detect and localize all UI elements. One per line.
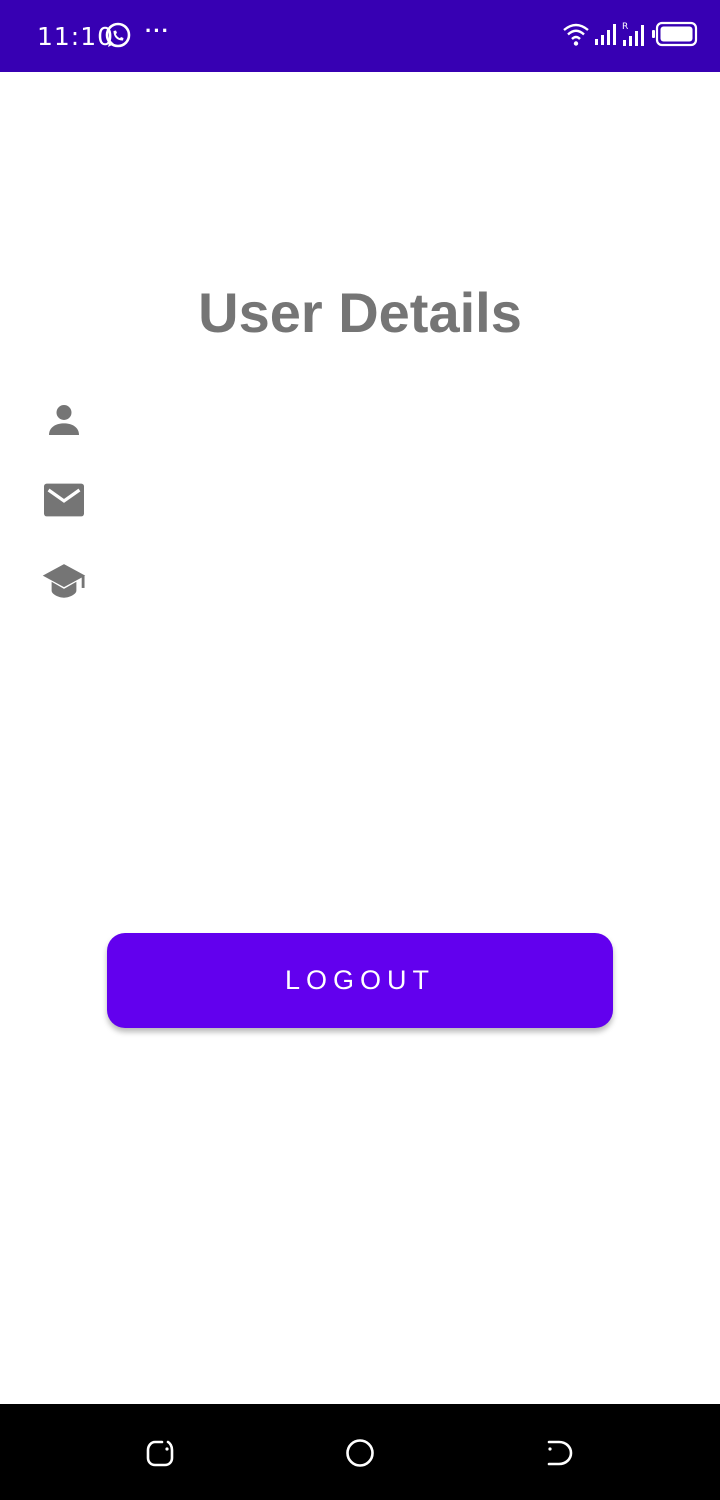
screen: 11:10 ··· R User Details LOGOUT — [0, 0, 720, 1500]
signal-icon: R — [622, 21, 648, 52]
more-notifications-icon: ··· — [145, 18, 170, 43]
wifi-icon — [562, 21, 590, 52]
battery-icon — [652, 21, 698, 52]
signal-icon — [594, 22, 618, 51]
email-icon — [40, 476, 88, 524]
back-icon[interactable] — [545, 1438, 575, 1468]
status-bar: 11:10 ··· R — [0, 0, 720, 72]
whatsapp-icon — [104, 22, 132, 50]
logout-button[interactable]: LOGOUT — [107, 933, 613, 1028]
navigation-bar — [0, 1404, 720, 1500]
svg-text:R: R — [622, 22, 628, 32]
status-time: 11:10 — [37, 22, 115, 51]
recent-apps-icon[interactable] — [145, 1438, 175, 1468]
home-icon[interactable] — [345, 1438, 375, 1468]
user-email-row — [40, 476, 112, 524]
page-title: User Details — [198, 281, 522, 344]
user-name-row — [40, 396, 112, 444]
user-education-row — [40, 556, 112, 604]
person-icon — [40, 396, 88, 444]
graduation-cap-icon — [40, 556, 88, 604]
status-icons: R — [562, 20, 698, 52]
